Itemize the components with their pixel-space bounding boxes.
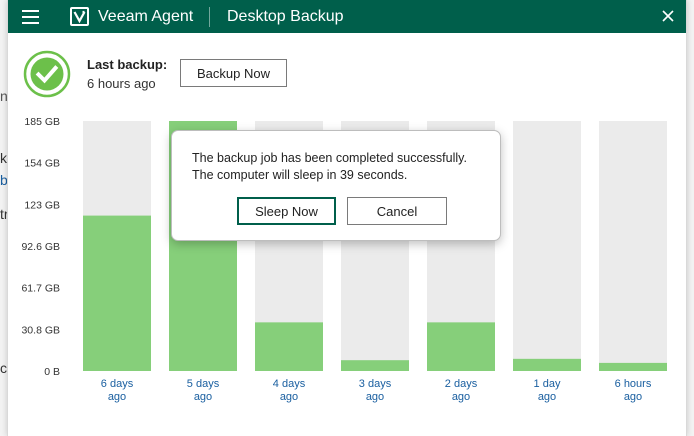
y-tick-label: 0 B [44,366,60,378]
x-category-label: ago [280,391,298,403]
y-tick-label: 30.8 GB [21,324,60,336]
x-category-label: 4 days [273,378,306,390]
bar-track [513,121,581,371]
x-category-label: ago [108,391,126,403]
window-title: Desktop Backup [227,8,344,25]
app-name: Veeam Agent [98,8,194,25]
dialog-message: The backup job has been completed succes… [192,150,467,184]
y-tick-label: 61.7 GB [21,283,60,295]
sleep-confirm-dialog: The backup job has been completed succes… [171,130,501,241]
dialog-message-line: The backup job has been completed succes… [192,151,467,165]
bar [599,362,667,371]
close-icon[interactable] [660,8,676,24]
bar [513,358,581,371]
x-category-label: 3 days [359,378,392,390]
last-backup-time: 6 hours ago [87,76,156,91]
success-check-icon [23,50,71,98]
x-category-label: ago [452,391,470,403]
x-category-label: 1 day [534,378,561,390]
x-category-label: ago [624,391,642,403]
x-category-label: 5 days [187,378,220,390]
menu-icon[interactable] [22,9,39,24]
x-category-label: ago [538,391,556,403]
x-category-label: 6 hours [615,378,652,390]
y-tick-label: 92.6 GB [21,241,60,253]
title-separator [209,7,210,27]
bar [255,322,323,371]
y-tick-label: 185 GB [24,116,60,128]
backup-now-button[interactable]: Backup Now [180,59,287,87]
title-bar: Veeam Agent Desktop Backup [8,0,686,33]
last-backup-label: Last backup: [87,57,168,72]
veeam-logo-icon [70,7,89,26]
bar-track [599,121,667,371]
y-tick-label: 154 GB [24,158,60,170]
bar [341,360,409,371]
x-category-label: 2 days [445,378,478,390]
x-category-label: ago [366,391,384,403]
x-category-label: 6 days [101,378,134,390]
x-category-label: ago [194,391,212,403]
cancel-button[interactable]: Cancel [347,197,447,225]
bar [83,215,151,371]
sleep-now-button[interactable]: Sleep Now [237,197,336,225]
background-text: k [0,150,7,166]
dialog-message-line: The computer will sleep in 39 seconds. [192,168,408,182]
y-tick-label: 123 GB [24,199,60,211]
bar [427,322,495,371]
desktop-backup-window: Veeam Agent Desktop Backup Last backup: … [7,0,687,436]
